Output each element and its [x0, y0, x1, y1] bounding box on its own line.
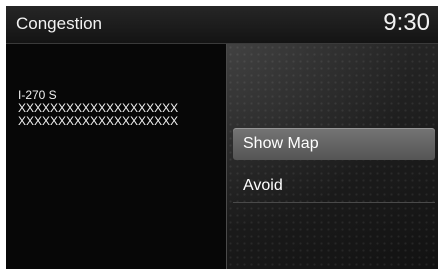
clock: 9:30 — [383, 9, 430, 36]
show-map-button[interactable]: Show Map — [233, 128, 435, 160]
congestion-info: I-270 S XXXXXXXXXXXXXXXXXXXX XXXXXXXXXXX… — [18, 89, 178, 128]
menu-panel: Show Map Avoid — [226, 44, 438, 269]
navigation-screen: Congestion 9:30 I-270 S XXXXXXXXXXXXXXXX… — [0, 0, 444, 275]
avoid-button[interactable]: Avoid — [233, 170, 435, 202]
header-bar: Congestion 9:30 — [6, 6, 438, 44]
info-line-2: XXXXXXXXXXXXXXXXXXXX — [18, 114, 179, 128]
screen-title: Congestion — [16, 14, 103, 33]
display-frame: Congestion 9:30 I-270 S XXXXXXXXXXXXXXXX… — [6, 6, 438, 269]
menu-divider — [233, 202, 435, 203]
info-panel — [6, 44, 226, 269]
